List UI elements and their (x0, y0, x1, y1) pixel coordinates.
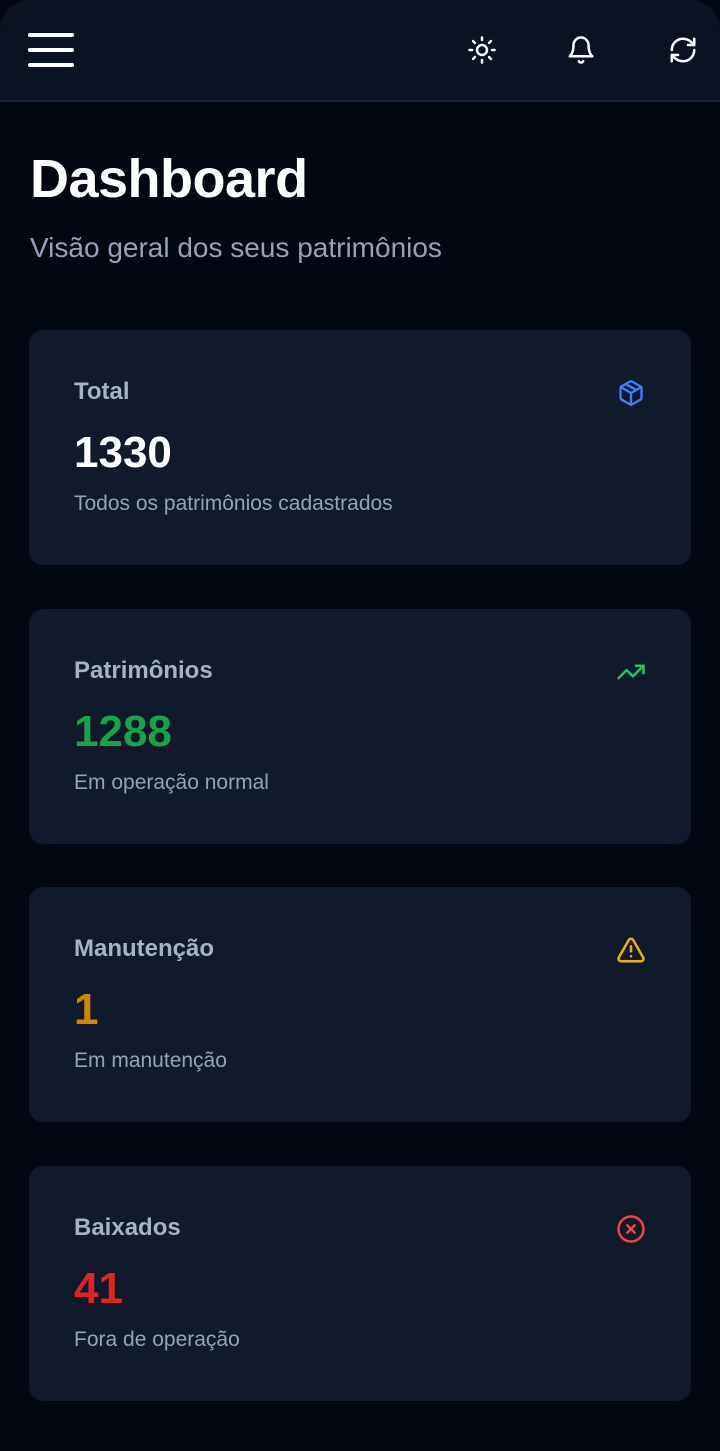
sun-icon (468, 36, 496, 64)
stat-card-label: Baixados (74, 1214, 181, 1241)
stat-card-total[interactable]: Total 1330 Todos os patrimônios cadastra… (29, 330, 691, 565)
bell-icon (568, 36, 594, 64)
trending-up-icon (616, 657, 646, 687)
dashboard-screen: Dashboard Visão geral dos seus patrimôni… (0, 0, 720, 1451)
stat-card-description: Em manutenção (74, 1049, 227, 1072)
notifications-button[interactable] (561, 30, 601, 70)
stat-card-value: 41 (74, 1264, 123, 1313)
page-subtitle: Visão geral dos seus patrimônios (30, 232, 442, 263)
stat-card-description: Fora de operação (74, 1328, 240, 1351)
stat-card-value: 1330 (74, 428, 172, 477)
package-icon (616, 378, 646, 408)
stat-card-decommissioned[interactable]: Baixados 41 Fora de operação (29, 1166, 691, 1401)
stat-card-value: 1 (74, 985, 99, 1034)
stat-card-label: Manutenção (74, 935, 215, 962)
top-app-bar (0, 0, 720, 102)
theme-toggle-button[interactable] (462, 30, 502, 70)
stat-card-description: Em operação normal (74, 771, 269, 794)
stat-card-value: 1288 (74, 707, 172, 756)
x-circle-icon (616, 1214, 646, 1244)
refresh-icon (670, 37, 696, 63)
menu-button[interactable] (26, 28, 76, 72)
stat-card-label: Patrimônios (74, 657, 213, 684)
stat-card-label: Total (74, 378, 130, 405)
stat-card-description: Todos os patrimônios cadastrados (74, 492, 393, 515)
refresh-button[interactable] (663, 30, 703, 70)
stat-card-maintenance[interactable]: Manutenção 1 Em manutenção (29, 887, 691, 1122)
stat-card-active-assets[interactable]: Patrimônios 1288 Em operação normal (29, 609, 691, 844)
warning-icon (616, 935, 646, 965)
page-title: Dashboard (30, 149, 308, 209)
hamburger-menu-icon (28, 33, 74, 67)
